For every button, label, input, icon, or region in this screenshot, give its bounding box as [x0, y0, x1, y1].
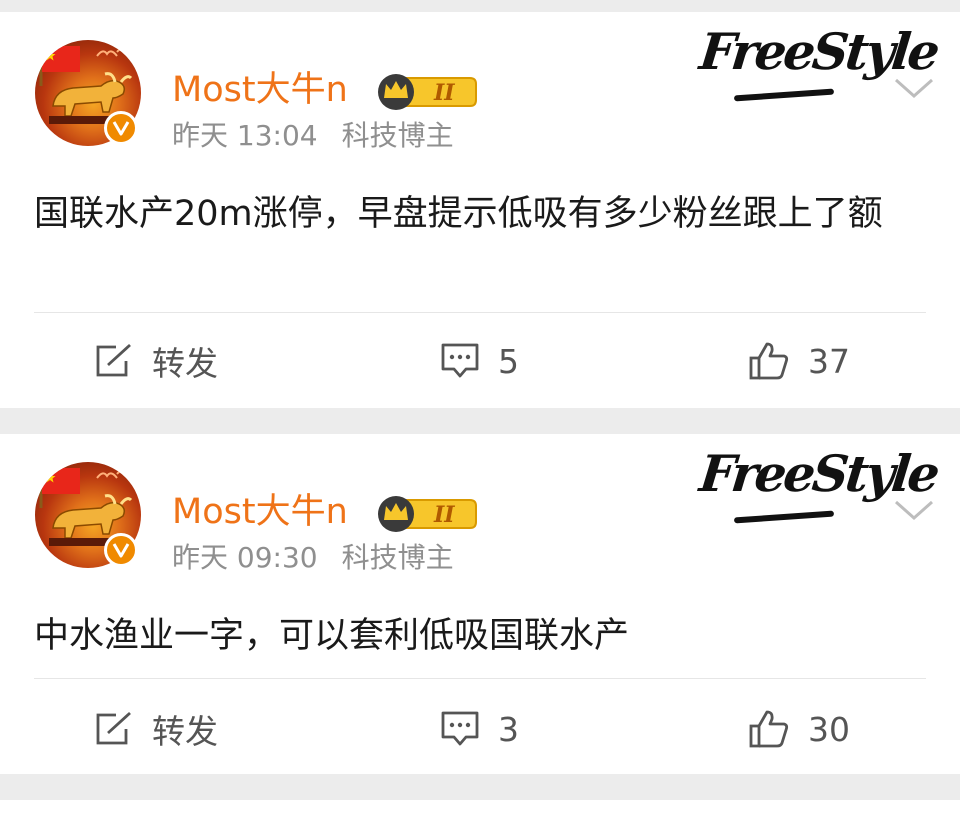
- post-card-next: [0, 800, 960, 820]
- post-meta: 昨天 13:04 科技博主: [172, 118, 454, 154]
- comment-count: 5: [498, 341, 519, 381]
- post-content: 国联水产20m涨停，早盘提示低吸有多少粉丝跟上了额: [34, 194, 883, 234]
- like-count: 37: [808, 341, 850, 381]
- comment-icon: [441, 343, 479, 378]
- chevron-down-icon[interactable]: [892, 494, 936, 524]
- username[interactable]: Most大牛n: [172, 68, 348, 112]
- avatar[interactable]: [35, 462, 141, 568]
- verified-v-icon: [104, 111, 138, 145]
- divider: [34, 678, 926, 679]
- repost-button[interactable]: 转发: [94, 336, 218, 386]
- weibo-feed: Most大牛n II 昨天 13:04 科技博主 FreeStyle 国联水产20…: [0, 0, 960, 820]
- divider: [34, 312, 926, 313]
- comment-button[interactable]: 5: [440, 336, 519, 386]
- like-count: 30: [808, 709, 850, 749]
- repost-label: 转发: [152, 344, 218, 383]
- avatar[interactable]: [35, 40, 141, 146]
- repost-icon: [96, 343, 131, 377]
- post-card: Most大牛n II 昨天 09:30 科技博主 FreeStyle 中水渔业一字…: [0, 434, 960, 774]
- username[interactable]: Most大牛n: [172, 490, 348, 534]
- comment-count: 3: [498, 709, 519, 749]
- comment-icon: [441, 711, 479, 746]
- crown-badge-icon[interactable]: II: [374, 494, 478, 534]
- user-tag: 科技博主: [341, 541, 454, 574]
- chevron-down-icon[interactable]: [892, 72, 936, 102]
- repost-icon: [96, 711, 131, 745]
- logo-underline: [733, 510, 835, 524]
- verified-v-icon: [104, 533, 138, 567]
- level-badge-text: II: [433, 80, 455, 106]
- birds-icon: [96, 48, 132, 57]
- level-badge-text: II: [433, 502, 455, 528]
- crown-badge-icon[interactable]: II: [374, 72, 478, 112]
- thumbs-up-icon: [749, 342, 789, 380]
- user-tag: 科技博主: [341, 119, 454, 152]
- thumbs-up-icon: [749, 710, 789, 748]
- repost-label: 转发: [152, 712, 218, 751]
- logo-underline: [733, 88, 835, 102]
- post-meta: 昨天 09:30 科技博主: [172, 540, 454, 576]
- post-content: 中水渔业一字，可以套利低吸国联水产: [34, 616, 630, 656]
- post-time: 昨天 13:04: [172, 119, 318, 152]
- like-button[interactable]: 30: [748, 704, 850, 754]
- post-card: Most大牛n II 昨天 13:04 科技博主 FreeStyle 国联水产20…: [0, 12, 960, 408]
- repost-button[interactable]: 转发: [94, 704, 218, 754]
- comment-button[interactable]: 3: [440, 704, 519, 754]
- like-button[interactable]: 37: [748, 336, 850, 386]
- post-time: 昨天 09:30: [172, 541, 318, 574]
- birds-icon: [96, 470, 132, 479]
